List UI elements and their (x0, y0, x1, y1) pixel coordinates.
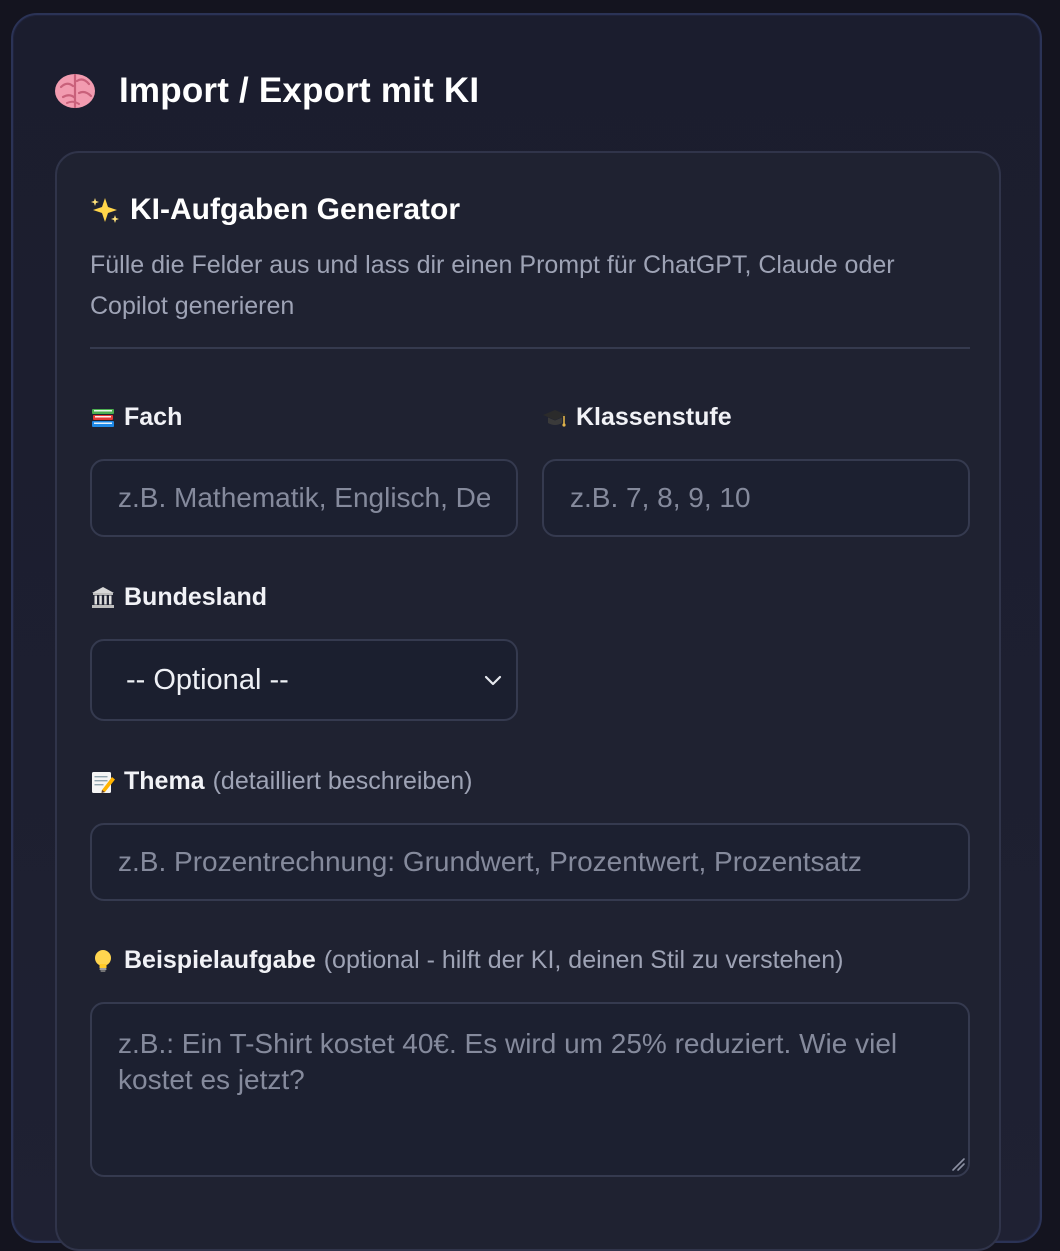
klassenstufe-input[interactable] (542, 459, 970, 537)
thema-label-text: Thema (124, 767, 205, 795)
bundesland-label: Bundesland (90, 583, 267, 612)
beispielaufgabe-textarea[interactable] (90, 1002, 970, 1177)
bundesland-select[interactable]: -- Optional -- (90, 639, 518, 721)
ki-generator-card: KI-Aufgaben Generator Fülle die Felder a… (55, 151, 1001, 1251)
sparkles-icon (90, 195, 120, 225)
classical-building-icon (90, 585, 116, 611)
beispielaufgabe-hint: (optional - hilft der KI, deinen Stil zu… (323, 946, 844, 974)
thema-hint: (detailliert beschreiben) (212, 767, 473, 795)
fach-input[interactable] (90, 459, 518, 537)
memo-icon (90, 769, 116, 795)
chevron-down-icon (484, 673, 502, 687)
resize-handle-icon[interactable] (950, 1156, 966, 1172)
thema-label: Thema (detailliert beschreiben) (90, 767, 472, 796)
generator-header: KI-Aufgaben Generator (90, 193, 460, 227)
thema-input[interactable] (90, 823, 970, 901)
panel-title: Import / Export mit KI (119, 71, 480, 110)
light-bulb-icon (90, 948, 116, 974)
ki-import-export-panel: Import / Export mit KI KI-Aufgaben Gener… (11, 13, 1042, 1251)
divider (90, 347, 970, 349)
fach-label-text: Fach (124, 403, 183, 431)
brain-icon (53, 69, 97, 113)
beispielaufgabe-label: Beispielaufgabe (optional - hilft der KI… (90, 946, 843, 975)
bundesland-label-text: Bundesland (124, 583, 268, 611)
beispielaufgabe-label-text: Beispielaufgabe (124, 946, 316, 974)
panel-header: Import / Export mit KI (53, 67, 479, 115)
bundesland-selected-value: -- Optional -- (126, 663, 289, 696)
fach-label: Fach (90, 403, 182, 432)
klassenstufe-label: Klassenstufe (542, 403, 732, 432)
generator-subtitle: Fülle die Felder aus und lass dir einen … (90, 251, 895, 320)
graduation-cap-icon (542, 405, 568, 431)
generator-title: KI-Aufgaben Generator (130, 193, 461, 226)
klassenstufe-label-text: Klassenstufe (576, 403, 732, 431)
books-icon (90, 405, 116, 431)
